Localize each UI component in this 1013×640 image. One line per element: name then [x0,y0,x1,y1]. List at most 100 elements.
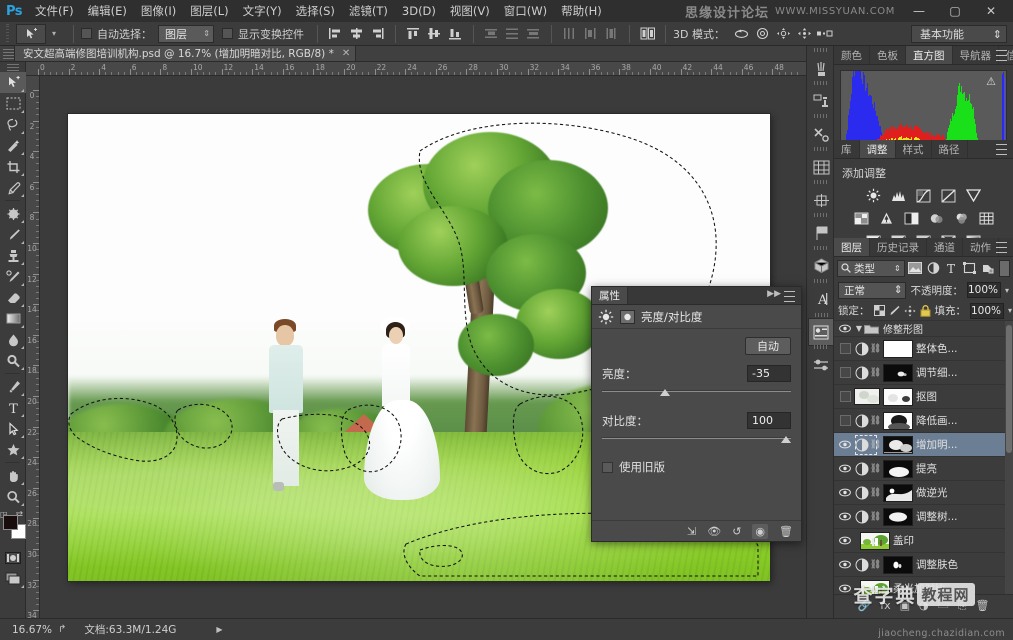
layer-mask-thumbnail[interactable] [883,460,913,478]
mask-link-icon[interactable]: ⛓ [870,560,881,570]
layer-mask-thumbnail[interactable] [883,556,913,574]
menu-window[interactable]: 窗口(W) [497,0,554,22]
use-legacy-checkbox[interactable] [602,462,613,473]
roll-3d-icon[interactable] [752,24,773,44]
layer-row[interactable]: ⛓调整树... [834,505,1013,529]
mask-properties-icon[interactable] [620,310,635,324]
layer-thumbnail[interactable] [860,580,890,595]
layer-row[interactable]: 柔光加对比 [834,577,1013,594]
brush-tool[interactable] [0,224,26,245]
panel-menu-icon[interactable] [784,291,798,302]
menu-file[interactable]: 文件(F) [28,0,81,22]
view-previous-state-icon[interactable]: 👁 [707,525,721,538]
screen-mode[interactable] [0,568,26,589]
tab-channels[interactable]: 通道 [927,238,963,256]
distribute-top-edges-icon[interactable] [481,24,502,44]
vibrance-icon[interactable] [965,187,983,204]
horizontal-ruler[interactable]: 0246810121416182022242628303234363840424… [26,62,806,76]
close-button[interactable]: ✕ [973,1,1009,21]
menu-type[interactable]: 文字(Y) [236,0,289,22]
adjustment-layer-thumbnail[interactable] [854,460,869,478]
menu-view[interactable]: 视图(V) [443,0,497,22]
delete-icon[interactable]: 🗑 [779,525,793,538]
layer-list-scrollbar-track[interactable] [1005,321,1013,594]
black-white-icon[interactable] [902,210,920,227]
reset-icon[interactable]: ↺ [732,525,741,538]
quick-mask-mode[interactable] [0,547,26,568]
distribute-left-edges-icon[interactable] [559,24,580,44]
menu-filter[interactable]: 滤镜(T) [342,0,395,22]
pen-tool[interactable] [0,376,26,397]
layer-visibility-toggle[interactable] [836,457,854,481]
color-lookup-icon[interactable] [977,210,995,227]
tab-adjustments[interactable]: 调整 [860,140,896,158]
menu-image[interactable]: 图像(I) [134,0,183,22]
layer-row[interactable]: ⛓调节细... [834,361,1013,385]
mask-link-icon[interactable]: ⛓ [870,344,881,354]
auto-align-layers-icon[interactable] [637,24,658,44]
layer-thumbnail[interactable] [854,388,880,405]
layer-mask-thumbnail[interactable] [883,508,913,526]
layer-visibility-toggle[interactable] [836,505,854,529]
layer-mask-thumbnail[interactable] [883,340,913,358]
tab-bar-grip[interactable] [0,45,14,61]
layer-row[interactable]: ⛓增加明... [834,433,1013,457]
measurement-log-icon[interactable] [808,186,834,214]
layer-row[interactable]: ⛓做逆光 [834,481,1013,505]
lasso-tool[interactable] [0,114,26,135]
adjustment-layer-thumbnail[interactable] [854,364,869,382]
auto-select-scope-dropdown[interactable]: 图层 ⇕ [158,25,214,43]
zoom-tool[interactable] [0,486,26,507]
tab-properties[interactable]: 属性 [592,287,628,304]
layer-visibility-toggle[interactable] [836,409,854,433]
toggle-visibility-icon[interactable]: ◉ [752,524,768,539]
layer-mask-thumbnail[interactable] [883,484,913,502]
align-left-edges-icon[interactable] [325,24,346,44]
path-selection-tool[interactable] [0,418,26,439]
auto-select-checkbox[interactable] [81,28,92,39]
photo-filter-icon[interactable] [927,210,945,227]
contrast-slider[interactable] [602,433,791,445]
history-brush-tool[interactable] [0,266,26,287]
adjustment-layer-thumbnail[interactable] [854,484,869,502]
clone-source-icon[interactable] [808,87,834,115]
layer-group-row[interactable]: ▼修整形图 [834,321,1013,337]
vertical-ruler[interactable]: 0246810121416182022242628303234 [26,76,40,618]
opacity-stepper-icon[interactable]: ▾ [1005,286,1009,295]
align-right-edges-icon[interactable] [367,24,388,44]
adjustment-layer-thumbnail[interactable] [854,340,869,358]
tool-preset-chevron-icon[interactable]: ▾ [48,24,60,44]
panel-menu-icon[interactable] [996,242,1010,253]
filter-adjustment-icon[interactable] [925,260,941,277]
levels-icon[interactable] [890,187,908,204]
fill-input[interactable]: 100% [970,303,1004,319]
contrast-input[interactable]: 100 [747,412,791,429]
tab-actions[interactable]: 动作 [963,238,999,256]
layer-row[interactable]: ⛓提亮 [834,457,1013,481]
distribute-vertical-centers-icon[interactable] [502,24,523,44]
scale-3d-icon[interactable] [815,24,836,44]
status-expand-icon[interactable]: ▶ [216,625,222,634]
spot-healing-brush-tool[interactable] [0,203,26,224]
maximize-button[interactable]: ▢ [937,1,973,21]
tab-histogram[interactable]: 直方图 [906,46,953,64]
channel-mixer-icon[interactable] [952,210,970,227]
panel-menu-icon[interactable] [996,144,1010,155]
rotate-3d-icon[interactable] [731,24,752,44]
new-adjustment-icon[interactable]: ◑ [919,599,929,612]
tab-layers[interactable]: 图层 [834,238,870,256]
layer-visibility-toggle[interactable] [836,337,854,361]
properties-icon[interactable] [808,318,834,346]
layer-visibility-toggle[interactable] [836,481,854,505]
group-expand-icon[interactable]: ▼ [854,324,864,333]
brightness-slider[interactable] [602,386,791,398]
tool-presets-icon[interactable] [808,120,834,148]
contrast-slider-knob[interactable] [781,436,791,443]
layer-list-scrollbar-thumb[interactable] [1006,325,1012,453]
filter-pixel-icon[interactable] [907,260,923,277]
menu-edit[interactable]: 编辑(E) [81,0,134,22]
zoom-level[interactable]: 16.67% [12,624,58,636]
layer-mask-thumbnail[interactable] [883,412,913,430]
custom-shape-tool[interactable] [0,439,26,460]
histogram-cache-warning-icon[interactable]: ⚠ [986,75,996,88]
